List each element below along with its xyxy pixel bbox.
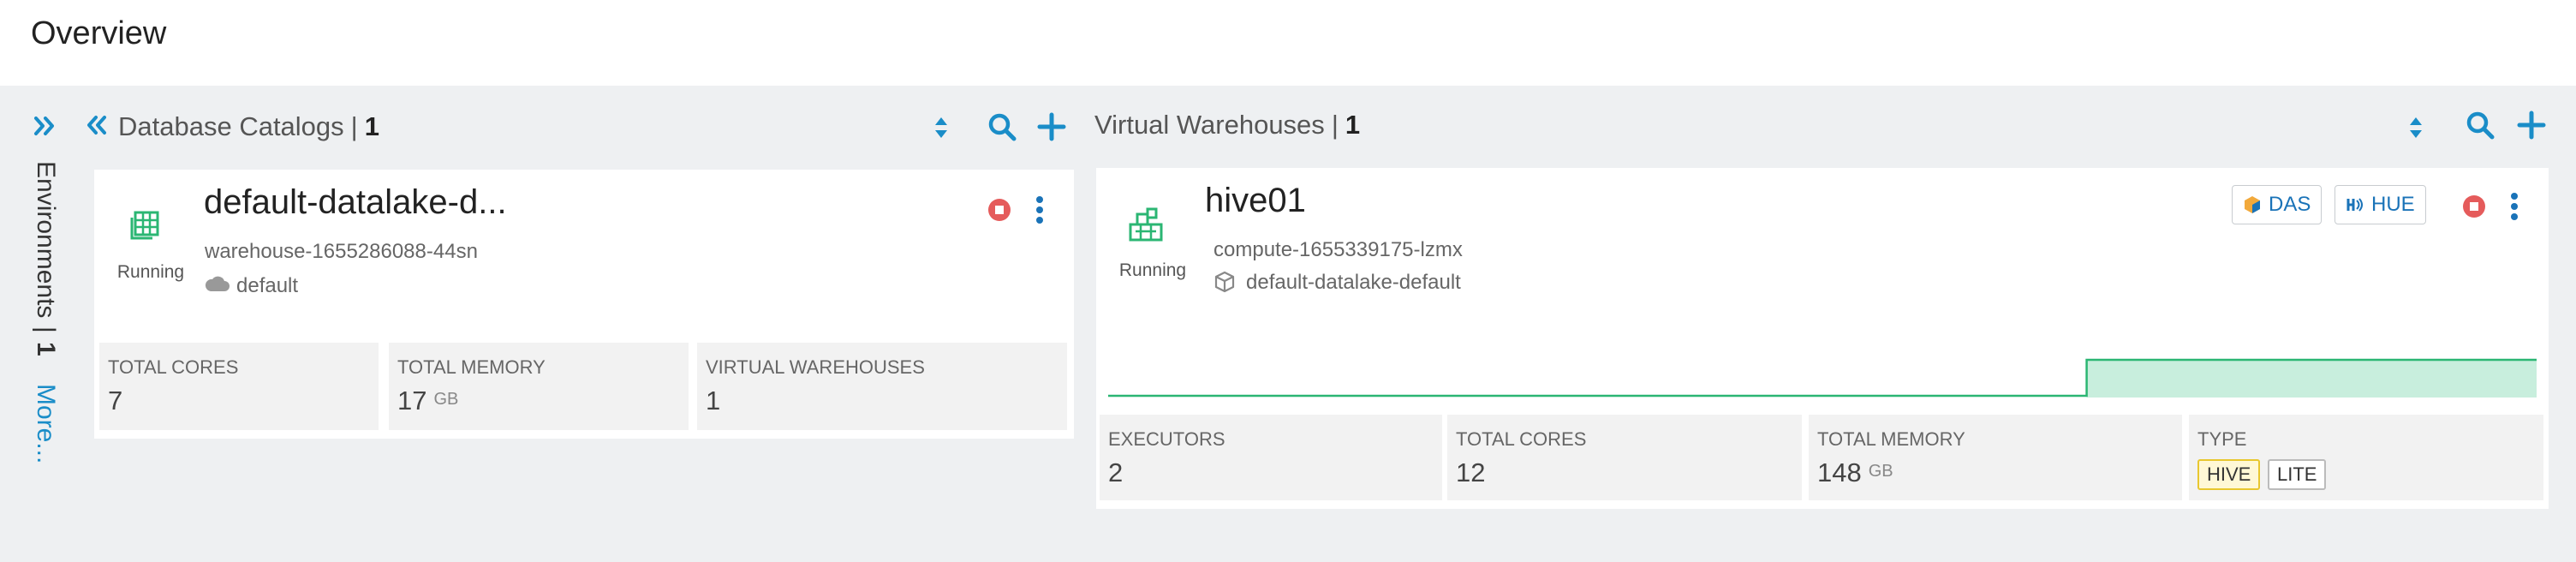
environments-separator: |	[32, 326, 60, 334]
database-catalog-icon	[128, 209, 163, 248]
stat-label: TYPE	[2197, 428, 2247, 450]
hue-label: HUE	[2371, 193, 2415, 216]
das-button[interactable]: DAS	[2232, 185, 2323, 224]
search-catalogs-icon[interactable]	[985, 110, 1019, 144]
add-warehouse-icon[interactable]	[2514, 108, 2549, 142]
stat-label: TOTAL CORES	[108, 356, 239, 378]
virtual-warehouse-icon	[1127, 206, 1165, 248]
sort-warehouses-icon[interactable]	[2403, 113, 2429, 142]
catalog-environment: default	[236, 274, 299, 297]
catalog-more-options-icon[interactable]	[1035, 195, 1045, 229]
catalog-stat-total-memory: TOTAL MEMORY 17 GB	[389, 343, 689, 430]
stat-label: VIRTUAL WAREHOUSES	[706, 356, 925, 378]
catalog-status: Running	[116, 262, 185, 282]
virtual-warehouses-count: 1	[1345, 110, 1361, 140]
expand-environments-icon[interactable]	[31, 111, 60, 140]
stat-value-row: 148 GB	[1817, 457, 1893, 488]
catalog-name[interactable]: default-datalake-d...	[204, 183, 507, 222]
das-label: DAS	[2269, 193, 2311, 216]
database-catalogs-header: Database Catalogs | 1	[84, 106, 379, 147]
collapse-catalogs-icon[interactable]	[84, 112, 110, 142]
warehouse-stat-type: TYPE HIVE LITE	[2189, 415, 2543, 500]
stat-label: TOTAL CORES	[1456, 428, 1587, 450]
stat-value: 7	[108, 386, 123, 416]
add-catalog-icon[interactable]	[1035, 110, 1069, 144]
page-title: Overview	[31, 15, 167, 51]
catalog-card[interactable]: Running default-datalake-d... warehouse-…	[94, 170, 1074, 439]
warehouse-card[interactable]: Running hive01 compute-1655339175-lzmx d…	[1096, 168, 2549, 509]
stat-label: TOTAL MEMORY	[1817, 428, 1965, 450]
das-icon	[2245, 196, 2260, 213]
stat-value-row: 17 GB	[397, 386, 458, 416]
hue-icon	[2346, 198, 2363, 212]
stat-label: EXECUTORS	[1108, 428, 1225, 450]
stat-value: 148	[1817, 457, 1862, 487]
warehouse-status: Running	[1118, 260, 1187, 280]
sort-catalogs-icon[interactable]	[928, 113, 954, 142]
cloud-icon	[204, 274, 230, 297]
warehouse-stat-total-cores: TOTAL CORES 12	[1447, 415, 1802, 500]
stat-unit: GB	[433, 390, 459, 409]
stop-catalog-icon[interactable]	[987, 197, 1012, 227]
database-catalogs-title: Database Catalogs	[118, 111, 344, 141]
environments-more-link[interactable]: More...	[31, 384, 60, 463]
activity-chart	[1108, 358, 2537, 398]
warehouse-stat-total-memory: TOTAL MEMORY 148 GB	[1809, 415, 2182, 500]
type-tag-hive: HIVE	[2197, 459, 2261, 490]
stat-label: TOTAL MEMORY	[397, 356, 546, 378]
environments-label: Environments	[32, 161, 60, 319]
warehouse-name[interactable]: hive01	[1205, 182, 1306, 220]
warehouse-id: warehouse-1655286088-44sn	[205, 240, 478, 263]
page-header: Overview	[0, 0, 2576, 86]
stat-unit: GB	[1868, 462, 1893, 481]
stat-value: 2	[1108, 457, 1124, 487]
warehouse-more-options-icon[interactable]	[2509, 192, 2519, 225]
search-warehouses-icon[interactable]	[2463, 108, 2497, 142]
virtual-warehouses-title: Virtual Warehouses	[1094, 110, 1325, 140]
database-catalogs-count: 1	[364, 111, 379, 141]
stat-value: 1	[706, 386, 721, 416]
type-tag-lite: LITE	[2268, 459, 2327, 490]
environments-count: 1	[32, 342, 60, 356]
virtual-warehouses-header: Virtual Warehouses | 1	[1094, 105, 1360, 146]
stop-warehouse-icon[interactable]	[2461, 194, 2487, 224]
stat-value: 12	[1456, 457, 1486, 487]
environments-tab[interactable]: Environments | 1 More...	[31, 161, 60, 463]
compute-id: compute-1655339175-lzmx	[1213, 238, 1463, 261]
hue-button[interactable]: HUE	[2334, 185, 2426, 224]
database-catalogs-separator: |	[350, 111, 358, 141]
package-icon	[1213, 271, 1236, 297]
activity-area	[2086, 360, 2537, 398]
catalog-stat-total-cores: TOTAL CORES 7	[99, 343, 379, 430]
catalog-stat-virtual-warehouses: VIRTUAL WAREHOUSES 1	[697, 343, 1067, 430]
stat-value: 17	[397, 386, 427, 416]
virtual-warehouses-separator: |	[1331, 110, 1339, 140]
warehouse-stat-executors: EXECUTORS 2	[1100, 415, 1442, 500]
warehouse-catalog: default-datalake-default	[1246, 271, 1461, 294]
